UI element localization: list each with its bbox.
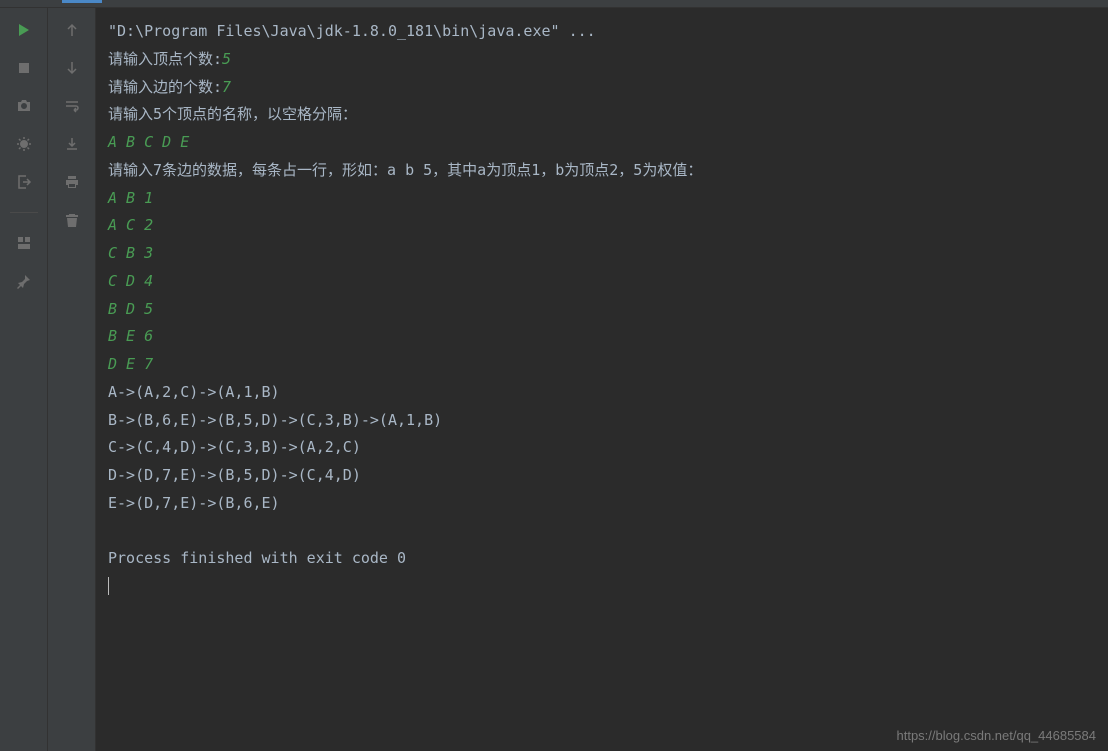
cursor-line: [108, 573, 1096, 601]
camera-icon[interactable]: [14, 96, 34, 116]
right-toolbar: [48, 8, 96, 751]
console-line: C D 4: [108, 268, 1096, 296]
debug-icon[interactable]: [14, 134, 34, 154]
console-line: C B 3: [108, 240, 1096, 268]
output-span: 请输入顶点个数:: [108, 50, 222, 68]
console-line: [108, 518, 1096, 546]
scroll-to-end-icon[interactable]: [62, 134, 82, 154]
console-line: 请输入7条边的数据，每条占一行，形如：a b 5，其中a为顶点1，b为顶点2，5…: [108, 157, 1096, 185]
console-line: D E 7: [108, 351, 1096, 379]
left-toolbar: [0, 8, 48, 751]
stop-icon[interactable]: [14, 58, 34, 78]
console-line: 请输入5个顶点的名称，以空格分隔：: [108, 101, 1096, 129]
console-line: 请输入边的个数:7: [108, 74, 1096, 102]
input-span: 7: [222, 78, 231, 96]
console-line: B D 5: [108, 296, 1096, 324]
main-container: "D:\Program Files\Java\jdk-1.8.0_181\bin…: [0, 8, 1108, 751]
console-command: "D:\Program Files\Java\jdk-1.8.0_181\bin…: [108, 18, 1096, 46]
trash-icon[interactable]: [62, 210, 82, 230]
soft-wrap-icon[interactable]: [62, 96, 82, 116]
separator: [10, 212, 38, 213]
tab-indicator: [62, 0, 102, 3]
console-area[interactable]: "D:\Program Files\Java\jdk-1.8.0_181\bin…: [96, 8, 1108, 751]
console-line: E->(D,7,E)->(B,6,E): [108, 490, 1096, 518]
exit-icon[interactable]: [14, 172, 34, 192]
up-arrow-icon[interactable]: [62, 20, 82, 40]
print-icon[interactable]: [62, 172, 82, 192]
console-line: A C 2: [108, 212, 1096, 240]
console-line: Process finished with exit code 0: [108, 545, 1096, 573]
console-line: A B 1: [108, 185, 1096, 213]
output-span: 请输入边的个数:: [108, 78, 222, 96]
cursor: [108, 577, 109, 595]
console-line: A B C D E: [108, 129, 1096, 157]
layout-icon[interactable]: [14, 233, 34, 253]
console-line: B E 6: [108, 323, 1096, 351]
input-span: 5: [222, 50, 231, 68]
top-bar: [0, 0, 1108, 8]
console-line: A->(A,2,C)->(A,1,B): [108, 379, 1096, 407]
run-icon[interactable]: [14, 20, 34, 40]
watermark: https://blog.csdn.net/qq_44685584: [897, 728, 1097, 743]
console-line: B->(B,6,E)->(B,5,D)->(C,3,B)->(A,1,B): [108, 407, 1096, 435]
down-arrow-icon[interactable]: [62, 58, 82, 78]
console-line: C->(C,4,D)->(C,3,B)->(A,2,C): [108, 434, 1096, 462]
console-line: D->(D,7,E)->(B,5,D)->(C,4,D): [108, 462, 1096, 490]
pin-icon[interactable]: [14, 271, 34, 291]
console-line: 请输入顶点个数:5: [108, 46, 1096, 74]
